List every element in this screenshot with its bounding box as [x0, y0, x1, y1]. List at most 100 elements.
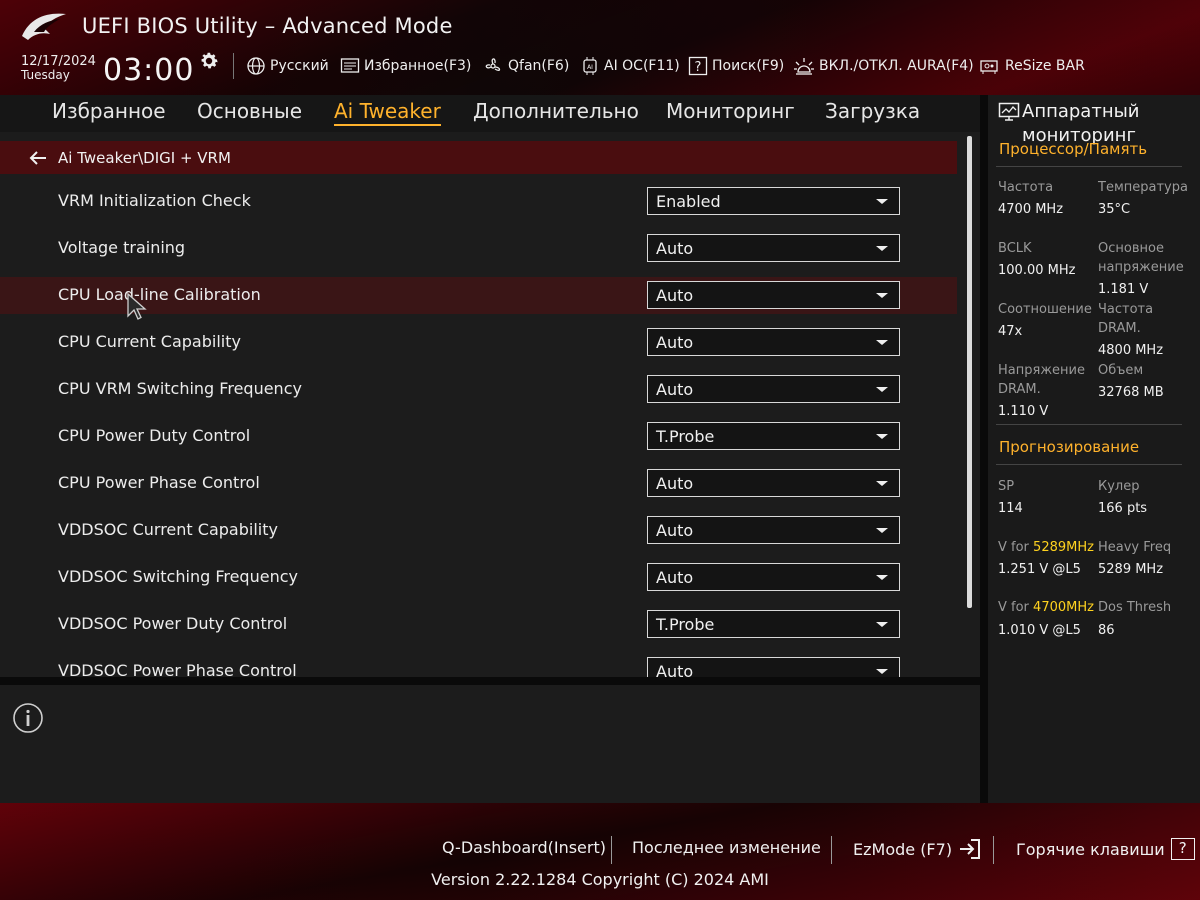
hw-label-prefix: V for: [998, 540, 1029, 555]
tab-favorites[interactable]: Избранное: [52, 99, 166, 123]
setting-row[interactable]: CPU Power Phase Control Auto: [0, 465, 957, 502]
dropdown-value: Auto: [656, 285, 694, 305]
ezmode-button[interactable]: EzMode (F7): [853, 838, 982, 860]
hw-label: Температура: [1098, 180, 1188, 195]
back-arrow-icon[interactable]: [28, 148, 48, 168]
chevron-down-icon: [876, 669, 888, 674]
setting-row[interactable]: CPU Power Duty Control T.Probe: [0, 418, 957, 455]
setting-label: Voltage training: [58, 238, 186, 257]
hw-label: Частота DRAM.: [1098, 302, 1154, 336]
hw-value: 100.00 MHz: [998, 263, 1076, 278]
hw-value: 1.010 V @L5: [998, 623, 1081, 638]
resize-bar-icon: [980, 60, 998, 74]
search-button[interactable]: ? Поиск(F9): [688, 56, 784, 76]
tab-boot[interactable]: Загрузка: [825, 99, 920, 123]
chevron-down-icon: [876, 528, 888, 533]
setting-label: CPU VRM Switching Frequency: [58, 379, 302, 398]
setting-dropdown[interactable]: Auto: [647, 234, 900, 262]
language-label: Русский: [270, 58, 329, 74]
setting-label: CPU Load-line Calibration: [58, 285, 261, 304]
setting-dropdown[interactable]: Auto: [647, 563, 900, 591]
resize-bar-label: ReSize BAR: [1005, 58, 1085, 74]
footer-separator: [993, 836, 994, 864]
resize-bar-button[interactable]: ReSize BAR: [979, 56, 1085, 76]
tab-advanced[interactable]: Дополнительно: [473, 99, 639, 123]
version-copyright: Version 2.22.1284 Copyright (C) 2024 AMI: [431, 870, 769, 889]
setting-row[interactable]: Voltage training Auto: [0, 230, 957, 267]
monitor-icon: [998, 102, 1020, 121]
tab-main[interactable]: Основные: [197, 99, 302, 123]
setting-dropdown[interactable]: Auto: [647, 516, 900, 544]
ai-oc-button[interactable]: AI AI OC(F11): [580, 56, 680, 76]
setting-dropdown[interactable]: Auto: [647, 469, 900, 497]
tab-monitor[interactable]: Мониторинг: [666, 99, 795, 123]
fan-icon: [485, 58, 501, 72]
ezmode-label: EzMode (F7): [853, 839, 953, 859]
setting-dropdown[interactable]: Auto: [647, 328, 900, 356]
chevron-down-icon: [876, 481, 888, 486]
setting-row[interactable]: VRM Initialization Check Enabled: [0, 183, 957, 220]
q-dashboard-label: Q-Dashboard(Insert): [442, 838, 606, 857]
setting-dropdown[interactable]: Auto: [647, 375, 900, 403]
setting-row[interactable]: VDDSOC Power Duty Control T.Probe: [0, 606, 957, 643]
setting-label: VDDSOC Power Phase Control: [58, 661, 297, 677]
hw-freq-highlight: 4700MHz: [1033, 600, 1094, 615]
setting-dropdown[interactable]: Auto: [647, 657, 900, 677]
setting-dropdown[interactable]: Auto: [647, 281, 900, 309]
setting-row[interactable]: VDDSOC Current Capability Auto: [0, 512, 957, 549]
setting-row-selected[interactable]: CPU Load-line Calibration Auto: [0, 277, 957, 320]
chevron-down-icon: [876, 199, 888, 204]
qfan-button[interactable]: Qfan(F6): [482, 56, 569, 76]
scrollbar[interactable]: [967, 136, 972, 608]
last-change-button[interactable]: Последнее изменение: [632, 838, 821, 857]
day-display: Tuesday: [21, 68, 70, 82]
hotkeys-button[interactable]: Горячие клавиши ?: [1016, 838, 1195, 860]
dropdown-value: T.Probe: [656, 614, 715, 634]
setting-row[interactable]: VDDSOC Switching Frequency Auto: [0, 559, 957, 596]
setting-row[interactable]: VDDSOC Power Phase Control Auto: [0, 653, 957, 677]
hotkeys-label: Горячие клавиши: [1016, 839, 1165, 859]
setting-label: CPU Power Duty Control: [58, 426, 251, 445]
hw-value: 166 pts: [1098, 501, 1148, 516]
settings-panel: Ai Tweaker\DIGI + VRM VRM Initialization…: [0, 132, 980, 677]
dropdown-value: Auto: [656, 473, 694, 493]
dropdown-value: Auto: [656, 379, 694, 399]
dropdown-value: Auto: [656, 567, 694, 587]
setting-dropdown[interactable]: Enabled: [647, 187, 900, 215]
hw-value: 4800 MHz: [1098, 343, 1164, 358]
help-icon: ?: [1170, 838, 1195, 860]
dropdown-value: Auto: [656, 332, 694, 352]
setting-row[interactable]: CPU Current Capability Auto: [0, 324, 957, 361]
gear-icon[interactable]: [198, 50, 220, 72]
copyright-text: Version 2.22.1284 Copyright (C) 2024 AMI: [0, 870, 1200, 889]
hw-label: V for 4700MHz: [998, 598, 1094, 617]
aura-toggle-button[interactable]: ВКЛ./ОТКЛ. AURA(F4): [793, 56, 974, 76]
chevron-down-icon: [876, 387, 888, 392]
language-button[interactable]: Русский: [246, 56, 329, 76]
app-title: UEFI BIOS Utility – Advanced Mode: [82, 14, 453, 38]
hw-value: 86: [1098, 623, 1115, 638]
setting-dropdown[interactable]: T.Probe: [647, 610, 900, 638]
hw-label: Напряжение DRAM.: [998, 363, 1085, 397]
footer-separator: [611, 836, 612, 864]
aura-light-icon: [794, 58, 814, 75]
tab-ai-tweaker[interactable]: Ai Tweaker: [334, 99, 441, 126]
dropdown-value: Enabled: [656, 191, 721, 211]
favorites-button[interactable]: Избранное(F3): [340, 56, 471, 76]
dropdown-value: Auto: [656, 661, 694, 678]
mouse-cursor-icon: [127, 292, 147, 320]
setting-dropdown[interactable]: T.Probe: [647, 422, 900, 450]
time-display[interactable]: 03:00: [103, 53, 194, 89]
chevron-down-icon: [876, 246, 888, 251]
hw-value: 32768 MB: [1098, 385, 1164, 400]
setting-row[interactable]: CPU VRM Switching Frequency Auto: [0, 371, 957, 408]
top-header: UEFI BIOS Utility – Advanced Mode 12/17/…: [0, 0, 1200, 95]
toolbar-separator: [233, 53, 234, 79]
exit-arrow-icon: [960, 839, 981, 859]
q-dashboard-button[interactable]: Q-Dashboard(Insert): [442, 838, 606, 857]
ai-chip-icon: AI: [583, 57, 597, 75]
hw-divider: [996, 166, 1182, 167]
breadcrumb-path: Ai Tweaker\DIGI + VRM: [58, 148, 231, 167]
svg-text:AI: AI: [587, 64, 593, 71]
favorites-label: Избранное(F3): [364, 58, 472, 74]
